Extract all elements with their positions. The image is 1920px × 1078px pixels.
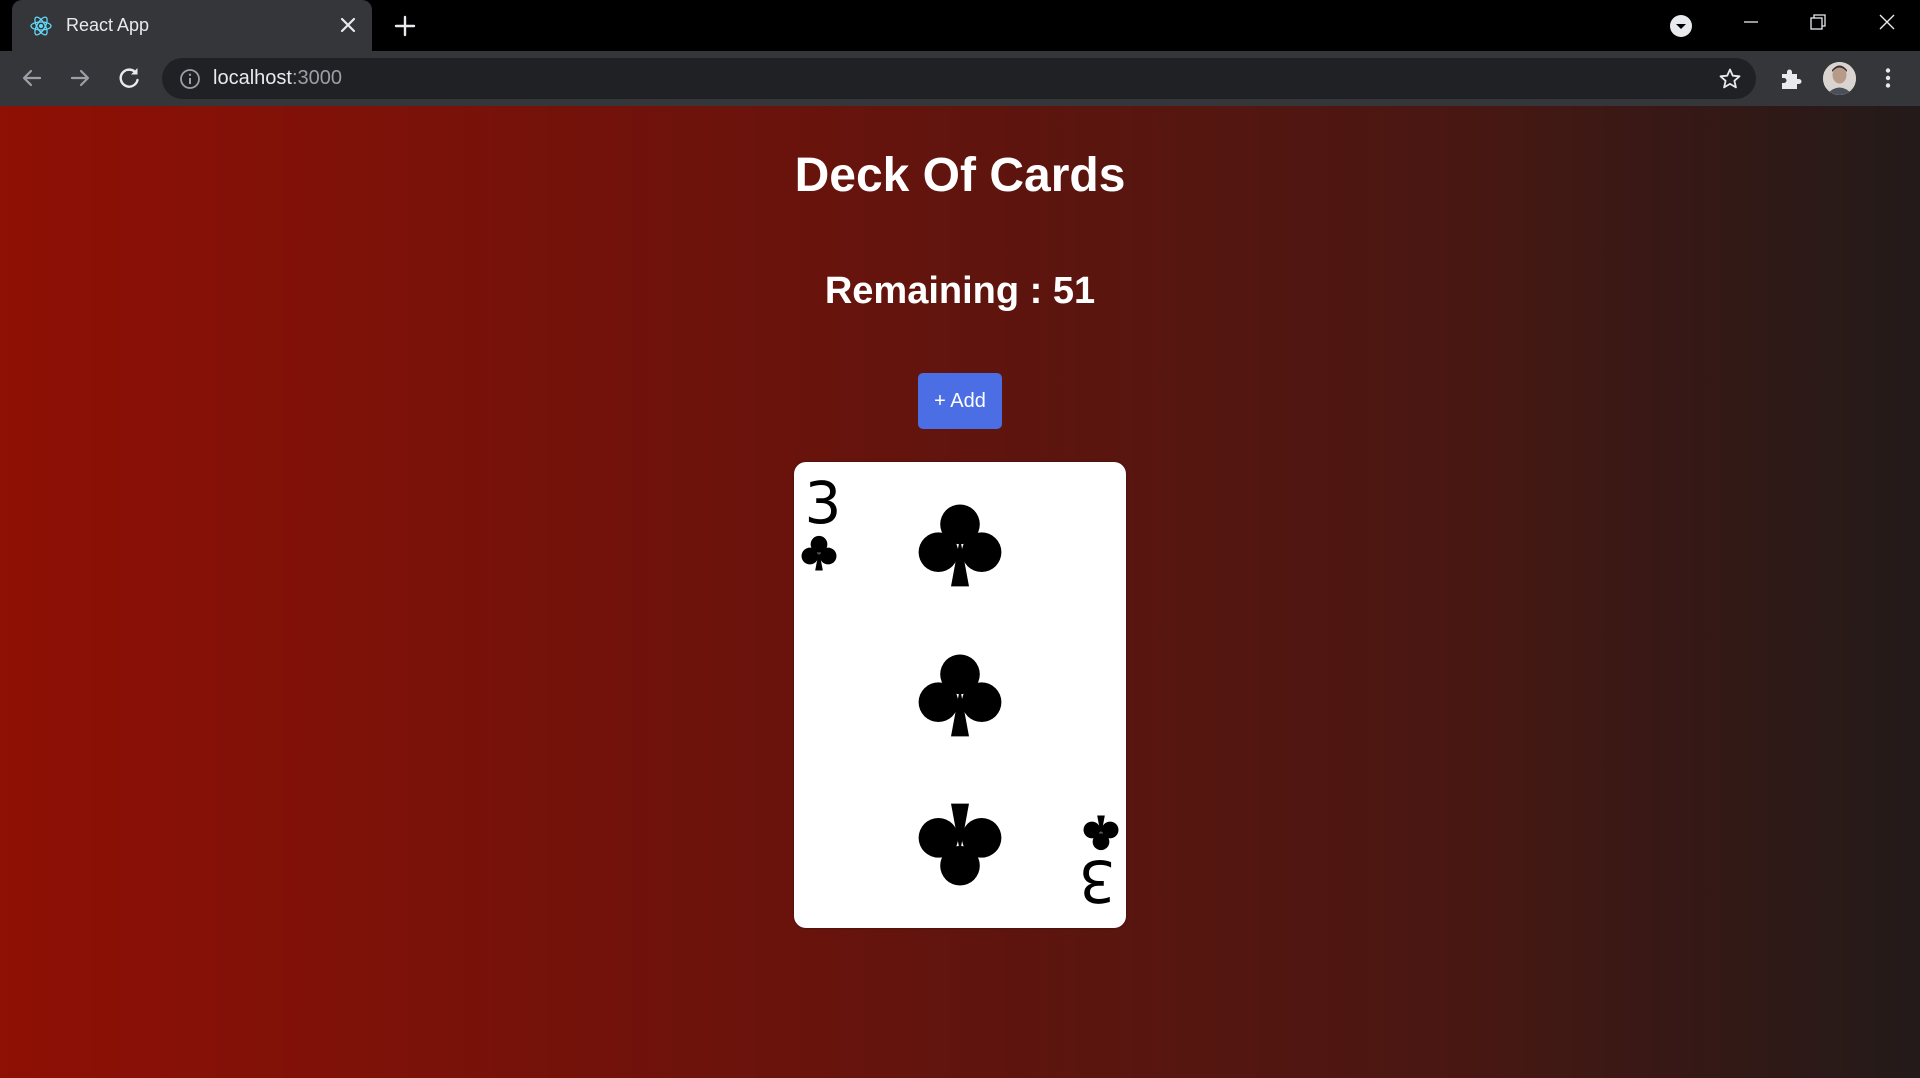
address-bar[interactable]: localhost:3000 [162, 58, 1756, 99]
profile-picture-icon [1823, 62, 1856, 95]
arrow-right-icon[interactable] [66, 64, 94, 92]
reload-icon[interactable] [115, 64, 143, 92]
club-icon [918, 803, 1002, 886]
react-logo-icon [30, 16, 52, 36]
puzzle-icon[interactable] [1777, 64, 1805, 92]
restore-icon[interactable] [1803, 9, 1833, 35]
page-content: Deck Of Cards Remaining : 51 + Add 3 3 [0, 106, 1920, 1078]
club-icon [918, 504, 1002, 587]
playing-card: 3 3 [794, 462, 1126, 928]
chevron-down-icon[interactable] [1668, 13, 1694, 39]
tab-title: React App [66, 15, 150, 35]
browser-toolbar: localhost:3000 [0, 51, 1920, 106]
url-port: :3000 [291, 67, 342, 89]
add-card-button[interactable]: + Add [918, 373, 1002, 429]
star-icon[interactable] [1718, 67, 1742, 91]
remaining-count: Remaining : 51 [824, 270, 1096, 312]
card-rank-top: 3 [804, 469, 842, 537]
minimize-icon[interactable] [1736, 9, 1766, 35]
info-icon[interactable] [179, 68, 201, 90]
card-rank-bottom: 3 [1078, 847, 1116, 915]
plus-icon[interactable] [392, 13, 418, 39]
url-host: localhost [213, 67, 292, 89]
browser-tab[interactable]: React App [12, 0, 372, 51]
club-icon [801, 535, 837, 571]
more-vert-icon[interactable] [1874, 64, 1902, 92]
window-close-icon[interactable] [1872, 9, 1902, 35]
tab-strip: React App [0, 0, 1920, 51]
arrow-left-icon[interactable] [18, 64, 46, 92]
avatar[interactable] [1823, 62, 1856, 95]
page-title: Deck Of Cards [794, 149, 1126, 202]
url-text[interactable]: localhost:3000 [213, 67, 342, 90]
club-icon [918, 654, 1002, 737]
close-icon[interactable] [338, 15, 358, 35]
